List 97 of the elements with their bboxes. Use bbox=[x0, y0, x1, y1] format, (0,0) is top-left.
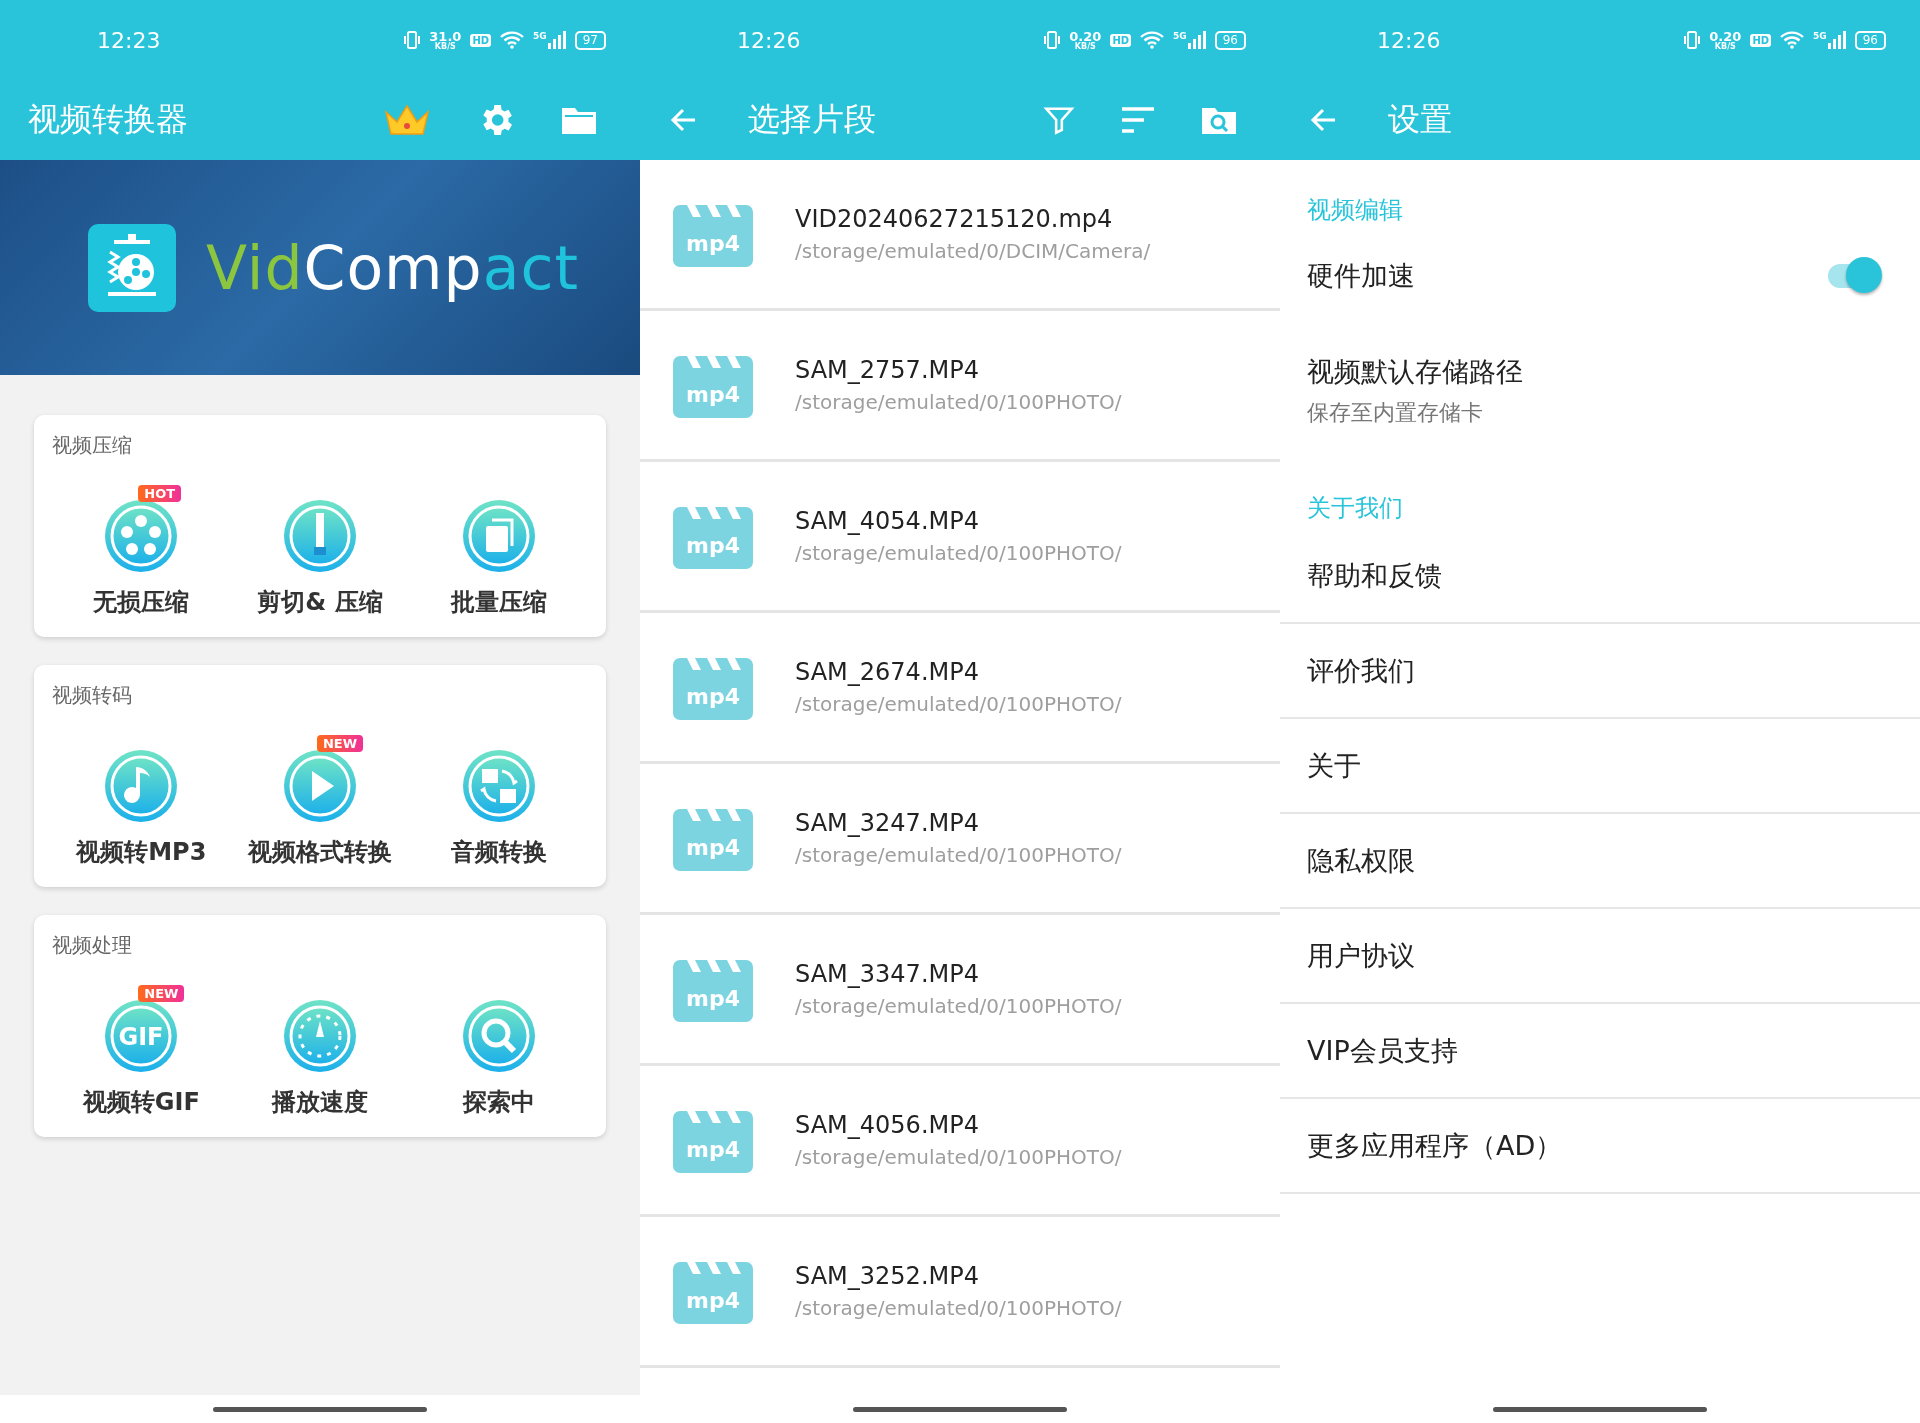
battery-level: 96 bbox=[1214, 30, 1246, 50]
gesture-bar[interactable] bbox=[1493, 1406, 1707, 1412]
file-name: SAM_4056.MP4 bbox=[795, 1111, 980, 1139]
zip-icon bbox=[283, 499, 357, 573]
tool-button[interactable]: HOT 无损压缩 bbox=[52, 483, 231, 617]
hd-badge: HD bbox=[1750, 33, 1772, 47]
hd-badge: HD bbox=[1110, 33, 1132, 47]
vibrate-icon bbox=[1044, 31, 1061, 49]
file-path: /storage/emulated/0/100PHOTO/ bbox=[795, 541, 1122, 565]
signal-icon bbox=[1827, 31, 1846, 49]
card-title: 视频转码 bbox=[52, 682, 133, 709]
tool-button[interactable]: 播放速度 bbox=[230, 983, 410, 1117]
vibrate-icon bbox=[404, 31, 421, 49]
section-header: 关于我们 bbox=[1306, 493, 1404, 524]
tool-button[interactable]: 视频转MP3 bbox=[52, 733, 231, 867]
crown-icon[interactable] bbox=[382, 102, 432, 138]
tool-button[interactable]: 剪切& 压缩 bbox=[230, 483, 410, 617]
file-row[interactable]: mp4 SAM_3347.MP4 /storage/emulated/0/100PHOTO/ bbox=[640, 915, 1280, 1066]
network-speed: 0.20 bbox=[1709, 29, 1742, 43]
file-row[interactable]: mp4 SAM_3247.MP4 /storage/emulated/0/100PHOTO/ bbox=[640, 764, 1280, 915]
setting-value: 保存至内置存储卡 bbox=[1307, 399, 1484, 427]
convert-icon bbox=[461, 749, 536, 823]
copy-icon bbox=[461, 499, 536, 573]
status-time: 12:26 bbox=[1377, 27, 1441, 53]
screen-title: 选择片段 bbox=[748, 99, 877, 140]
speed-unit: KB/S bbox=[434, 42, 456, 51]
file-row[interactable]: mp4 SAM_4056.MP4 /storage/emulated/0/100PHOTO/ bbox=[640, 1066, 1280, 1217]
file-name: VID20240627215120.mp4 bbox=[795, 205, 1114, 233]
file-path: /storage/emulated/0/100PHOTO/ bbox=[795, 843, 1122, 867]
speed-unit: KB/S bbox=[1074, 42, 1096, 51]
status-time: 12:23 bbox=[97, 27, 161, 53]
settings-menu-item[interactable]: 关于 bbox=[1280, 719, 1920, 814]
speed-icon bbox=[283, 999, 357, 1073]
status-time: 12:26 bbox=[737, 27, 801, 53]
sort-icon[interactable] bbox=[1120, 105, 1156, 135]
file-name: SAM_2674.MP4 bbox=[795, 658, 980, 686]
tool-badge: NEW bbox=[138, 985, 185, 1002]
vibrate-icon bbox=[1684, 31, 1701, 49]
file-path: /storage/emulated/0/100PHOTO/ bbox=[795, 1145, 1122, 1169]
wifi-icon bbox=[500, 31, 525, 49]
tool-button[interactable]: NEW 视频格式转换 bbox=[230, 733, 410, 867]
network-speed: 0.20 bbox=[1069, 29, 1102, 43]
file-name: SAM_3247.MP4 bbox=[795, 809, 980, 837]
gesture-bar[interactable] bbox=[853, 1406, 1067, 1412]
network-type: 5G bbox=[1813, 31, 1827, 41]
file-name: SAM_3252.MP4 bbox=[795, 1262, 980, 1290]
wifi-icon bbox=[1780, 31, 1805, 49]
app-logo-icon bbox=[88, 223, 176, 312]
card-title: 视频压缩 bbox=[52, 432, 133, 459]
wifi-icon bbox=[1140, 31, 1165, 49]
settings-menu-item[interactable]: 用户协议 bbox=[1280, 909, 1920, 1004]
file-row[interactable]: mp4 SAM_2674.MP4 /storage/emulated/0/100PHOTO/ bbox=[640, 613, 1280, 764]
file-row[interactable]: mp4 SAM_2757.MP4 /storage/emulated/0/100PHOTO/ bbox=[640, 311, 1280, 462]
screen-title: 设置 bbox=[1388, 99, 1453, 140]
gif-icon: GIF bbox=[104, 999, 179, 1073]
file-name: SAM_4054.MP4 bbox=[795, 507, 980, 535]
battery-level: 96 bbox=[1854, 30, 1886, 50]
file-path: /storage/emulated/0/100PHOTO/ bbox=[795, 994, 1122, 1018]
signal-icon bbox=[1187, 31, 1206, 49]
tool-button[interactable]: 音频转换 bbox=[409, 733, 588, 867]
file-path: /storage/emulated/0/100PHOTO/ bbox=[795, 692, 1122, 716]
file-path: /storage/emulated/0/100PHOTO/ bbox=[795, 1296, 1122, 1320]
card-title: 视频处理 bbox=[52, 932, 133, 959]
file-name: SAM_2757.MP4 bbox=[795, 356, 980, 384]
tool-button[interactable]: 批量压缩 bbox=[409, 483, 588, 617]
play-icon bbox=[283, 749, 357, 823]
file-name: SAM_3347.MP4 bbox=[795, 960, 980, 988]
network-type: 5G bbox=[1173, 31, 1187, 41]
network-type: 5G bbox=[533, 31, 547, 41]
film-icon bbox=[104, 499, 179, 573]
speed-unit: KB/S bbox=[1714, 42, 1736, 51]
signal-icon bbox=[547, 31, 566, 49]
tool-button[interactable]: NEW GIF 视频转GIF bbox=[52, 983, 231, 1117]
file-row[interactable]: mp4 SAM_3252.MP4 /storage/emulated/0/100PHOTO/ bbox=[640, 1217, 1280, 1368]
network-speed: 31.0 bbox=[429, 29, 462, 43]
setting-label: 硬件加速 bbox=[1307, 259, 1415, 293]
file-path: /storage/emulated/0/100PHOTO/ bbox=[795, 390, 1122, 414]
settings-menu-item[interactable]: VIP会员支持 bbox=[1280, 1004, 1920, 1099]
settings-menu-item[interactable]: 更多应用程序（AD） bbox=[1280, 1099, 1920, 1194]
file-path: /storage/emulated/0/DCIM/Camera/ bbox=[795, 239, 1151, 263]
file-row[interactable]: mp4 VID20240627215120.mp4 /storage/emulated/0/DCIM/Camera/ bbox=[640, 160, 1280, 311]
hd-badge: HD bbox=[470, 33, 492, 47]
gesture-bar[interactable] bbox=[213, 1406, 427, 1412]
tool-badge: NEW bbox=[317, 735, 364, 752]
tool-button[interactable]: 探索中 bbox=[409, 983, 588, 1117]
music-icon bbox=[104, 749, 179, 823]
setting-label[interactable]: 视频默认存储路径 bbox=[1307, 354, 1893, 390]
settings-menu-item[interactable]: 帮助和反馈 bbox=[1280, 529, 1920, 624]
tool-badge: HOT bbox=[138, 485, 182, 502]
search-icon bbox=[461, 999, 536, 1073]
app-title: 视频转换器 bbox=[28, 99, 189, 140]
section-header: 视频编辑 bbox=[1306, 195, 1404, 226]
file-row[interactable]: mp4 SAM_4054.MP4 /storage/emulated/0/100PHOTO/ bbox=[640, 462, 1280, 613]
app-logo-text: VidCompact bbox=[206, 232, 579, 303]
settings-menu-item[interactable]: 隐私权限 bbox=[1280, 814, 1920, 909]
battery-level: 97 bbox=[574, 30, 606, 50]
settings-menu-item[interactable]: 评价我们 bbox=[1280, 624, 1920, 719]
